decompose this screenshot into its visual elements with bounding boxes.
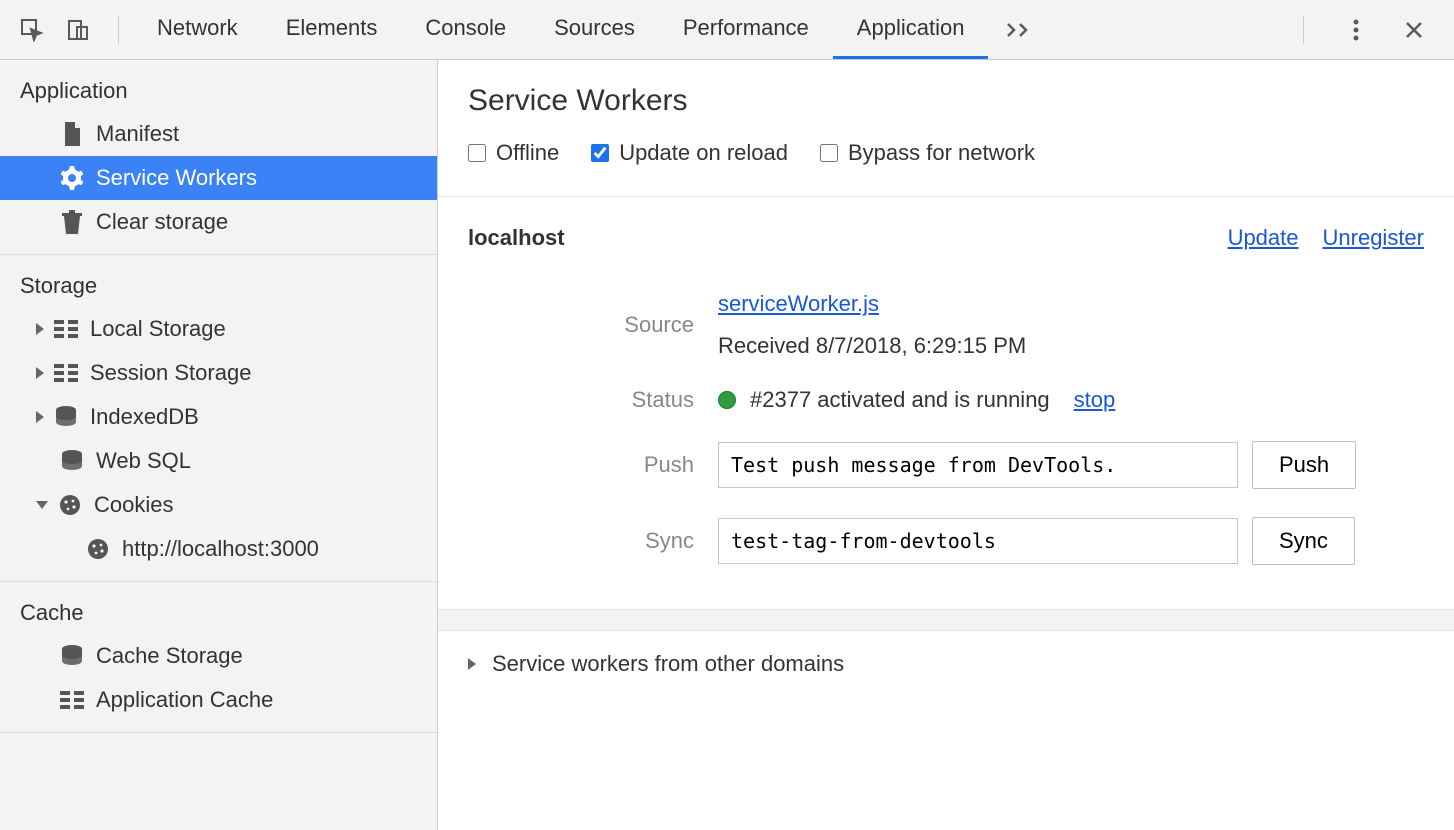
devtools-tabs: Network Elements Console Sources Perform… <box>133 0 1289 59</box>
sidebar-item-clear-storage[interactable]: Clear storage <box>0 200 437 244</box>
toolbar-divider-right <box>1303 16 1304 44</box>
status-label: Status <box>468 387 718 413</box>
checkbox-offline[interactable]: Offline <box>468 140 559 166</box>
sidebar-item-session-storage[interactable]: Session Storage <box>0 351 437 395</box>
expand-arrow-icon <box>468 658 476 670</box>
update-link[interactable]: Update <box>1228 225 1299 251</box>
tab-application[interactable]: Application <box>833 0 989 59</box>
table-icon <box>54 317 78 341</box>
more-tabs-icon[interactable] <box>988 0 1050 59</box>
table-icon <box>60 688 84 712</box>
source-received: Received 8/7/2018, 6:29:15 PM <box>718 333 1026 359</box>
push-button[interactable]: Push <box>1252 441 1356 489</box>
other-domains-row[interactable]: Service workers from other domains <box>438 631 1454 697</box>
origin-block: localhost Update Unregister Source servi… <box>438 197 1454 609</box>
checkbox-update-on-reload[interactable]: Update on reload <box>591 140 788 166</box>
unregister-link[interactable]: Unregister <box>1323 225 1424 251</box>
database-icon <box>54 405 78 429</box>
push-label: Push <box>468 452 718 478</box>
expand-arrow-icon <box>36 323 44 335</box>
sidebar-item-application-cache[interactable]: Application Cache <box>0 678 437 722</box>
push-input[interactable] <box>718 442 1238 488</box>
sidebar-item-local-storage[interactable]: Local Storage <box>0 307 437 351</box>
sidebar-item-cache-storage[interactable]: Cache Storage <box>0 634 437 678</box>
other-domains-label: Service workers from other domains <box>492 651 844 677</box>
sidebar-item-label: Local Storage <box>90 316 226 342</box>
gear-icon <box>60 166 84 190</box>
sidebar-item-label: Manifest <box>96 121 179 147</box>
sync-label: Sync <box>468 528 718 554</box>
application-sidebar: Application Manifest Service Workers Cle… <box>0 60 438 830</box>
sidebar-item-cookie-origin[interactable]: http://localhost:3000 <box>0 527 437 571</box>
tab-elements[interactable]: Elements <box>262 0 402 59</box>
status-text: #2377 activated and is running <box>750 387 1050 413</box>
expand-arrow-icon <box>36 367 44 379</box>
checkbox-bypass-for-network-input[interactable] <box>820 144 838 162</box>
origin-name: localhost <box>468 225 565 251</box>
document-icon <box>60 122 84 146</box>
tab-sources[interactable]: Sources <box>530 0 659 59</box>
checkbox-bypass-for-network-label: Bypass for network <box>848 140 1035 166</box>
checkbox-update-on-reload-input[interactable] <box>591 144 609 162</box>
sidebar-item-label: Clear storage <box>96 209 228 235</box>
tab-console[interactable]: Console <box>401 0 530 59</box>
sidebar-item-manifest[interactable]: Manifest <box>0 112 437 156</box>
service-workers-panel: Service Workers Offline Update on reload… <box>438 60 1454 830</box>
source-file-link[interactable]: serviceWorker.js <box>718 291 879 317</box>
sidebar-item-label: Cache Storage <box>96 643 243 669</box>
tab-performance[interactable]: Performance <box>659 0 833 59</box>
database-icon <box>60 644 84 668</box>
tab-network[interactable]: Network <box>133 0 262 59</box>
checkbox-bypass-for-network[interactable]: Bypass for network <box>820 140 1035 166</box>
sidebar-item-indexeddb[interactable]: IndexedDB <box>0 395 437 439</box>
section-cache: Cache <box>0 582 437 634</box>
stop-link[interactable]: stop <box>1074 387 1116 413</box>
checkbox-offline-label: Offline <box>496 140 559 166</box>
checkbox-update-on-reload-label: Update on reload <box>619 140 788 166</box>
sidebar-item-label: Session Storage <box>90 360 251 386</box>
sync-button[interactable]: Sync <box>1252 517 1355 565</box>
sidebar-item-cookies[interactable]: Cookies <box>0 483 437 527</box>
sidebar-item-label: http://localhost:3000 <box>122 536 319 562</box>
toolbar-divider <box>118 16 119 44</box>
trash-icon <box>60 210 84 234</box>
inspect-element-icon[interactable] <box>12 10 52 50</box>
kebab-menu-icon[interactable] <box>1336 10 1376 50</box>
devtools-toolbar: Network Elements Console Sources Perform… <box>0 0 1454 60</box>
sidebar-item-web-sql[interactable]: Web SQL <box>0 439 437 483</box>
sidebar-item-service-workers[interactable]: Service Workers <box>0 156 437 200</box>
cookie-icon <box>86 537 110 561</box>
toggle-device-toolbar-icon[interactable] <box>58 10 98 50</box>
close-icon[interactable] <box>1394 10 1434 50</box>
sync-input[interactable] <box>718 518 1238 564</box>
table-icon <box>54 361 78 385</box>
section-application: Application <box>0 60 437 112</box>
sidebar-item-label: Web SQL <box>96 448 191 474</box>
sidebar-item-label: Cookies <box>94 492 173 518</box>
status-indicator-icon <box>718 391 736 409</box>
checkbox-offline-input[interactable] <box>468 144 486 162</box>
sidebar-item-label: Application Cache <box>96 687 273 713</box>
source-label: Source <box>468 312 718 338</box>
sidebar-item-label: IndexedDB <box>90 404 199 430</box>
collapse-arrow-icon <box>36 501 48 509</box>
expand-arrow-icon <box>36 411 44 423</box>
section-gap <box>438 609 1454 631</box>
page-title: Service Workers <box>468 84 1424 118</box>
sidebar-item-label: Service Workers <box>96 165 257 191</box>
section-storage: Storage <box>0 255 437 307</box>
cookie-icon <box>58 493 82 517</box>
database-icon <box>60 449 84 473</box>
